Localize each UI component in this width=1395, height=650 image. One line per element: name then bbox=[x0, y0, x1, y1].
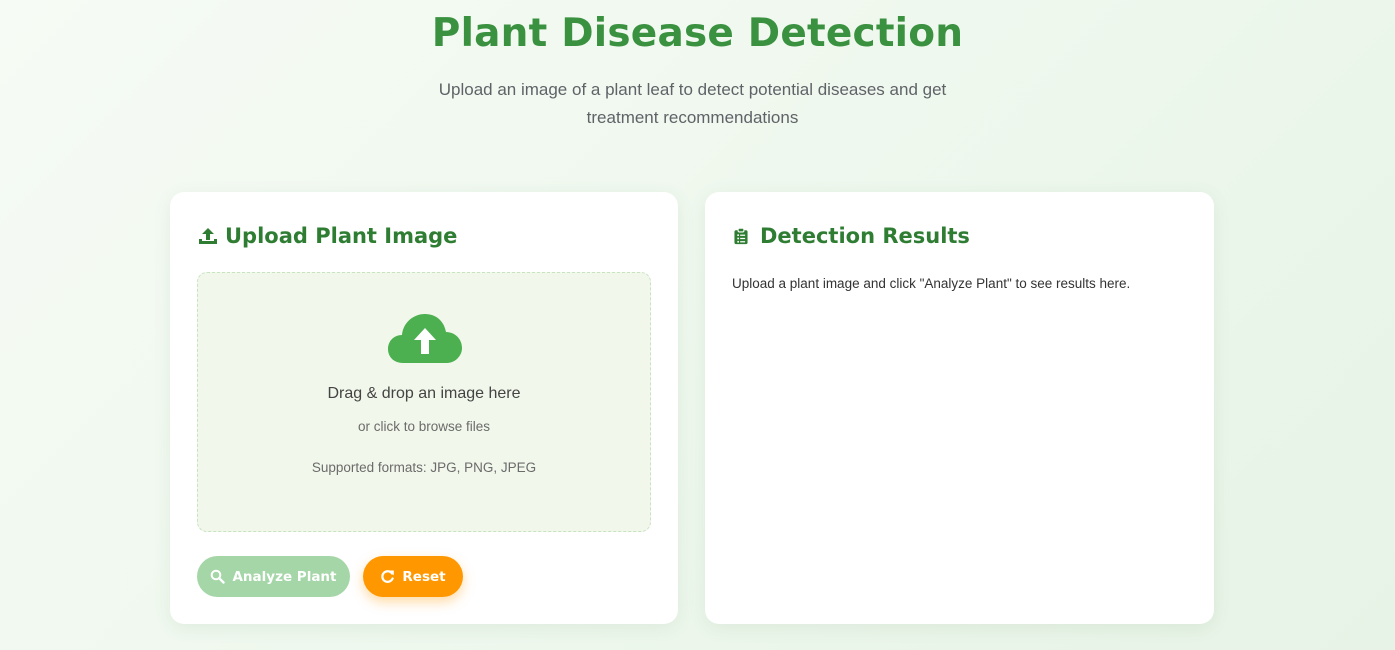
results-placeholder-text: Upload a plant image and click "Analyze … bbox=[732, 276, 1131, 291]
upload-icon bbox=[197, 225, 219, 247]
cloud-upload-icon bbox=[387, 311, 463, 367]
analyze-plant-button[interactable]: Analyze Plant bbox=[197, 556, 350, 597]
image-dropzone[interactable]: Drag & drop an image here or click to br… bbox=[197, 272, 651, 532]
analyze-plant-label: Analyze Plant bbox=[232, 568, 337, 585]
redo-icon bbox=[380, 569, 395, 584]
reset-label: Reset bbox=[402, 568, 446, 585]
dropzone-browse-text: or click to browse files bbox=[357, 419, 491, 434]
upload-card: Upload Plant Image Drag & drop an image … bbox=[170, 192, 678, 624]
dropzone-main-text: Drag & drop an image here bbox=[327, 385, 521, 402]
results-card-header: Detection Results bbox=[732, 224, 970, 248]
page-title: Plant Disease Detection bbox=[431, 11, 964, 56]
page-subtitle: Upload an image of a plant leaf to detec… bbox=[438, 80, 947, 127]
results-card: Detection Results Upload a plant image a… bbox=[705, 192, 1214, 624]
supported-formats-text: Supported formats: JPG, PNG, JPEG bbox=[311, 460, 537, 475]
upload-card-header: Upload Plant Image bbox=[197, 224, 457, 248]
upload-card-title: Upload Plant Image bbox=[225, 224, 458, 248]
reset-button[interactable]: Reset bbox=[363, 556, 463, 597]
search-icon bbox=[210, 569, 226, 584]
clipboard-list-icon bbox=[732, 225, 754, 247]
results-card-title: Detection Results bbox=[760, 224, 970, 248]
